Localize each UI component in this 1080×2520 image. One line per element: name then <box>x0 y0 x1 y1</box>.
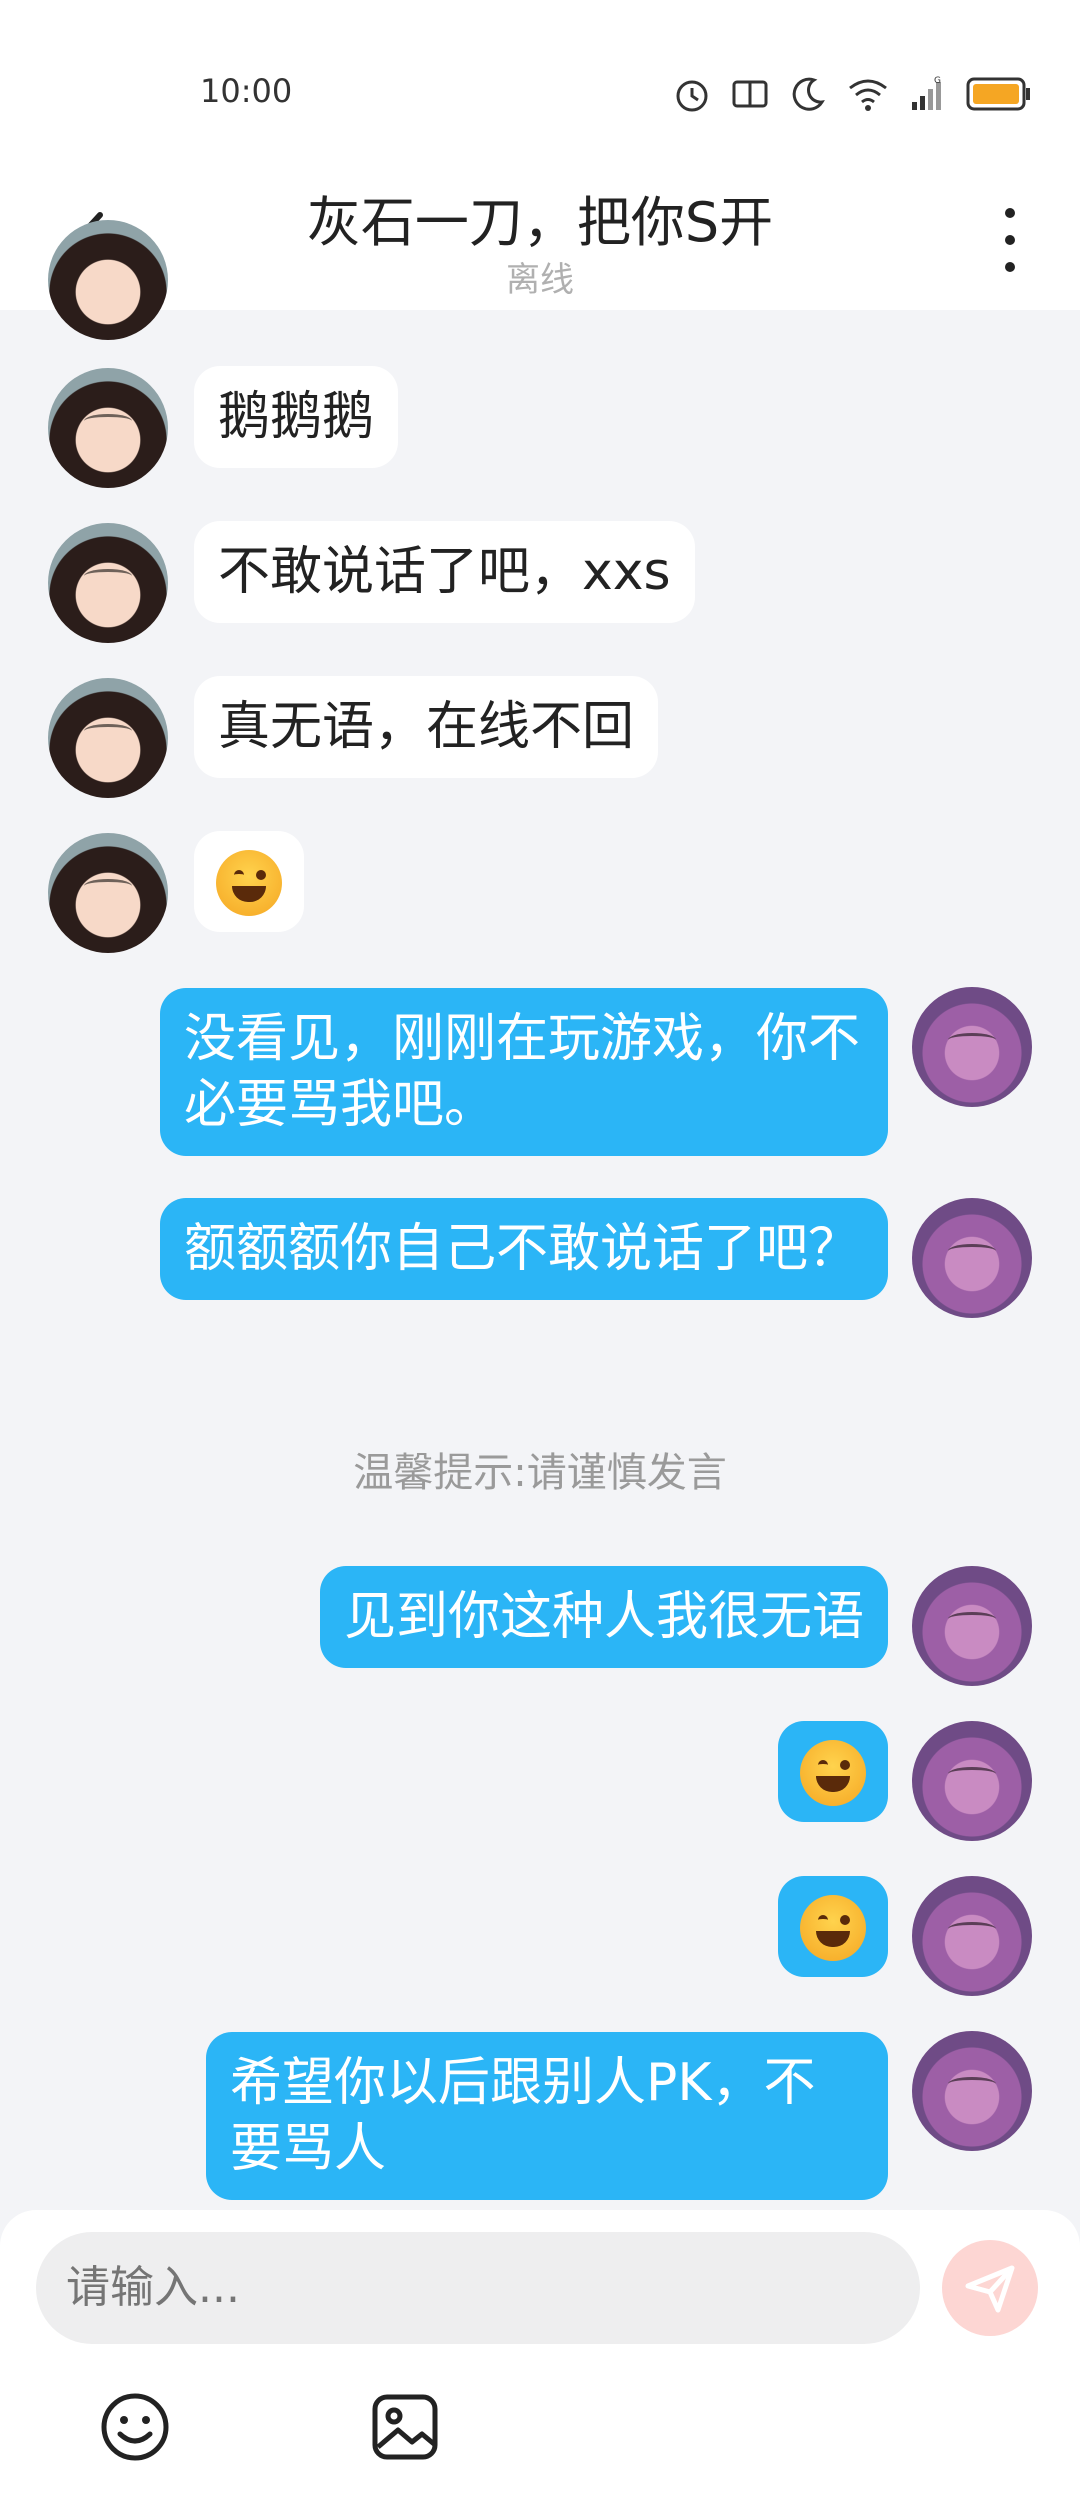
my-avatar[interactable] <box>912 987 1032 1107</box>
chat-title: 灰石一刀，把你S开 <box>306 191 774 254</box>
status-icons: G <box>672 72 1032 116</box>
emoji-button[interactable] <box>98 2390 172 2464</box>
contact-avatar[interactable] <box>48 833 168 953</box>
my-avatar[interactable] <box>912 1198 1032 1318</box>
signal-icon: G <box>912 76 941 110</box>
moon-icon <box>792 77 825 111</box>
message-bubble-sent[interactable]: 额额额你自己不敢说话了吧？ <box>160 1198 888 1300</box>
network-type-label: G <box>934 76 941 86</box>
image-icon <box>372 2394 438 2460</box>
message-bubble-received[interactable]: 真无语，在线不回 <box>194 676 659 778</box>
system-tip: 温馨提示:请谨慎发言 <box>353 1450 727 1496</box>
angry-steam-emoji-icon <box>800 1740 866 1806</box>
message-input[interactable] <box>36 2232 920 2344</box>
message-bubble-received[interactable]: 鹅鹅鹅 <box>194 366 399 468</box>
more-options-button[interactable] <box>990 208 1030 272</box>
contact-avatar[interactable] <box>48 220 168 340</box>
message-bubble-sent[interactable] <box>778 1721 888 1822</box>
more-dot-icon <box>1005 235 1015 245</box>
message-bubble-sent[interactable] <box>778 1876 888 1977</box>
more-dot-icon <box>1005 208 1015 218</box>
message-bubble-sent[interactable]: 没看见，刚刚在玩游戏，你不必要骂我吧。 <box>160 988 888 1156</box>
chat-messages[interactable]: 鹅鹅鹅 不敢说话了吧，xxs 真无语，在线不回 没看见，刚刚在玩游戏，你不必要骂… <box>0 220 1080 2210</box>
my-avatar[interactable] <box>912 1876 1032 1996</box>
sweat-smile-emoji-icon <box>800 1895 866 1961</box>
contact-avatar[interactable] <box>48 523 168 643</box>
alarm-icon <box>676 80 708 112</box>
message-bubble-received[interactable]: 不敢说话了吧，xxs <box>194 521 695 623</box>
smiley-icon <box>101 2393 169 2461</box>
battery-icon <box>966 77 1030 111</box>
my-avatar[interactable] <box>912 2031 1032 2151</box>
wifi-icon <box>849 79 887 111</box>
message-bubble-sent[interactable]: 见到你这种人我很无语 <box>319 1566 888 1668</box>
sweat-smile-emoji-icon <box>216 850 282 916</box>
message-bubble-received[interactable] <box>194 831 304 932</box>
contact-avatar[interactable] <box>48 368 168 488</box>
message-bubble-sent[interactable]: 希望你以后跟别人PK，不要骂人 <box>206 2032 888 2200</box>
more-dot-icon <box>1005 262 1015 272</box>
my-avatar[interactable] <box>912 1721 1032 1841</box>
send-button[interactable] <box>942 2240 1038 2336</box>
my-avatar[interactable] <box>912 1566 1032 1686</box>
vibrate-icon <box>732 80 768 108</box>
image-button[interactable] <box>368 2390 442 2464</box>
contact-avatar[interactable] <box>48 678 168 798</box>
input-bar <box>0 2210 1080 2520</box>
status-time: 10:00 <box>200 72 293 110</box>
send-icon <box>965 2265 1015 2313</box>
